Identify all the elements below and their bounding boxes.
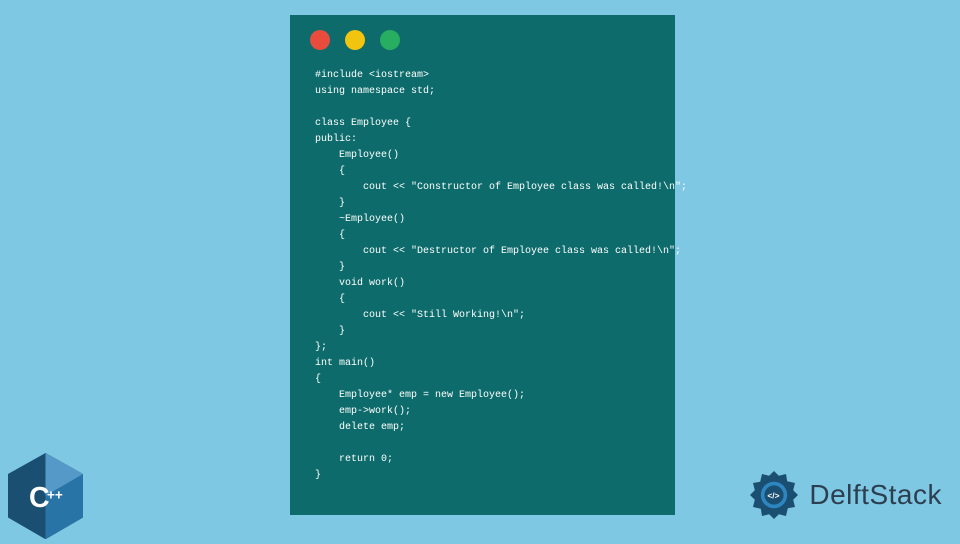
code-line: public: xyxy=(315,134,357,145)
code-line: int main() xyxy=(315,358,375,369)
svg-text:</>: </> xyxy=(768,491,780,501)
code-line: } xyxy=(315,262,345,273)
code-line: { xyxy=(315,294,345,305)
code-line: ~Employee() xyxy=(315,214,405,225)
code-line: }; xyxy=(315,342,327,353)
code-line: Employee* emp = new Employee(); xyxy=(315,390,525,401)
code-line: using namespace std; xyxy=(315,86,435,97)
maximize-icon xyxy=(380,30,400,50)
window-controls xyxy=(310,30,660,50)
cpp-logo-icon: C ++ xyxy=(8,453,83,538)
code-line: } xyxy=(315,470,321,481)
code-window: #include <iostream> using namespace std;… xyxy=(290,15,675,515)
code-line: return 0; xyxy=(315,454,393,465)
code-line: { xyxy=(315,230,345,241)
code-line: Employee() xyxy=(315,150,399,161)
code-line: { xyxy=(315,374,321,385)
code-line: #include <iostream> xyxy=(315,70,429,81)
code-line: } xyxy=(315,198,345,209)
code-line: void work() xyxy=(315,278,405,289)
svg-text:++: ++ xyxy=(47,488,63,503)
close-icon xyxy=(310,30,330,50)
code-line: emp->work(); xyxy=(315,406,411,417)
code-line: { xyxy=(315,166,345,177)
minimize-icon xyxy=(345,30,365,50)
code-line: cout << "Constructor of Employee class w… xyxy=(315,182,687,193)
code-content: #include <iostream> using namespace std;… xyxy=(305,68,660,484)
code-line: } xyxy=(315,326,345,337)
delftstack-logo: </> DelftStack xyxy=(744,465,942,525)
code-line: delete emp; xyxy=(315,422,405,433)
code-line: class Employee { xyxy=(315,118,411,129)
delftstack-gear-icon: </> xyxy=(744,465,804,525)
code-line: cout << "Still Working!\n"; xyxy=(315,310,525,321)
code-line: cout << "Destructor of Employee class wa… xyxy=(315,246,681,257)
delftstack-label: DelftStack xyxy=(809,479,942,511)
